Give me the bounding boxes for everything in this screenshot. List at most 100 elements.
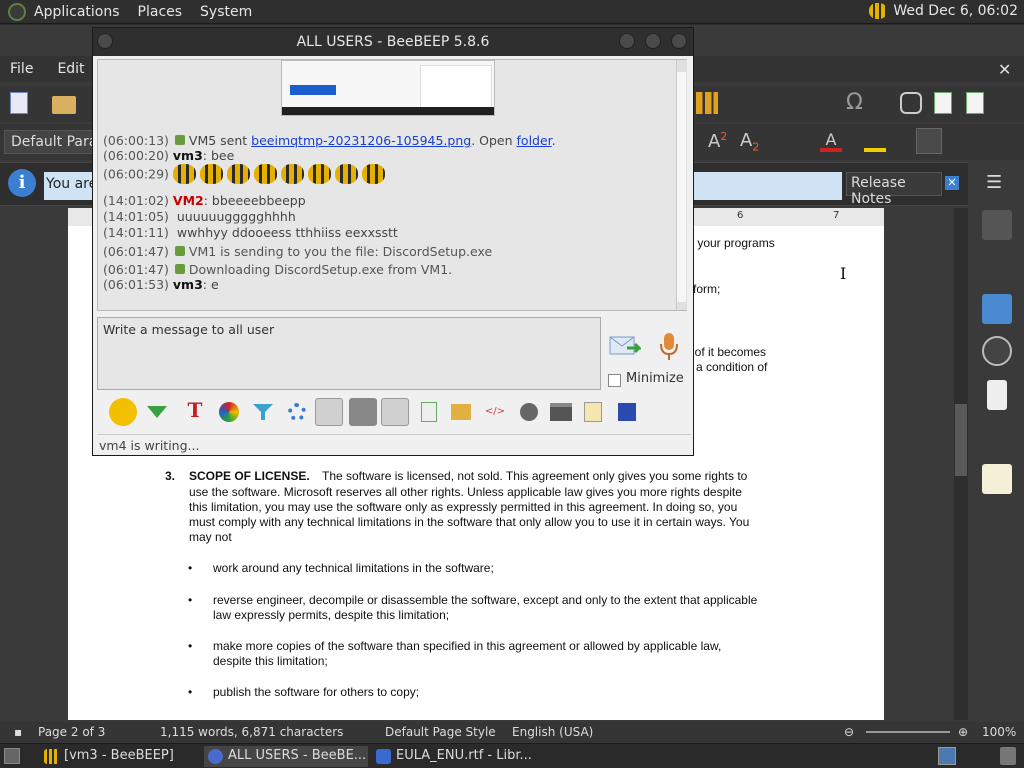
menu-places[interactable]: Places xyxy=(138,4,183,20)
writer-close-icon[interactable]: ✕ xyxy=(998,60,1011,79)
settings-gear-icon[interactable] xyxy=(283,398,311,426)
chat-scrollbar-thumb[interactable] xyxy=(677,72,686,302)
screenshot-icon[interactable] xyxy=(515,398,543,426)
chat-history[interactable]: (06:00:13) VM5 sent beeimqtmp-20231206-1… xyxy=(97,59,687,311)
filter-icon[interactable] xyxy=(249,398,277,426)
task-eula-writer[interactable]: EULA_ENU.rtf - Libr... xyxy=(372,746,538,767)
subscript-icon[interactable]: A2 xyxy=(740,130,759,154)
download-icon[interactable] xyxy=(143,398,171,426)
microphone-icon[interactable] xyxy=(659,332,679,362)
send-file-icon[interactable] xyxy=(415,398,443,426)
clock[interactable]: Wed Dec 6, 06:02 xyxy=(893,3,1018,19)
hyperlink-icon[interactable] xyxy=(900,92,922,114)
window-menu-icon[interactable] xyxy=(97,33,113,49)
color-palette-icon[interactable] xyxy=(215,398,243,426)
page-count[interactable]: Page 2 of 3 xyxy=(38,725,105,739)
maximize-window-icon[interactable] xyxy=(645,33,661,49)
spellcheck-icon[interactable] xyxy=(315,398,343,426)
word-count[interactable]: 1,115 words, 6,871 characters xyxy=(160,725,343,739)
navigator-icon[interactable] xyxy=(982,336,1012,366)
user-nick[interactable]: VM2 xyxy=(173,193,204,208)
trash-icon[interactable] xyxy=(1000,747,1016,765)
menu-file[interactable]: File xyxy=(10,61,33,77)
doc-text-fragment: t of it becomes xyxy=(688,345,767,359)
font-dialog-icon[interactable] xyxy=(349,398,377,426)
task-label: EULA_ENU.rtf - Libr... xyxy=(396,748,532,763)
comment-icon[interactable] xyxy=(966,92,984,114)
window-title: ALL USERS - BeeBEEP 5.8.6 xyxy=(296,34,490,50)
writer-statusbar: ▪ Page 2 of 3 1,115 words, 6,871 charact… xyxy=(0,722,1024,743)
bullet-text: reverse engineer, decompile or disassemb… xyxy=(213,593,758,607)
menu-edit[interactable]: Edit xyxy=(57,61,84,77)
save-chat-icon[interactable] xyxy=(613,398,641,426)
zoom-out-icon[interactable]: ⊖ xyxy=(844,725,854,739)
minimize-window-icon[interactable] xyxy=(619,33,635,49)
align-center-icon[interactable] xyxy=(950,128,976,154)
special-character-icon[interactable]: Ω xyxy=(846,90,863,115)
ruler-tick: 7 xyxy=(833,210,840,221)
zoom-in-icon[interactable]: ⊕ xyxy=(958,725,968,739)
workspace-switcher[interactable] xyxy=(938,747,956,765)
preview-taskbar xyxy=(282,107,494,115)
release-notes-button[interactable]: Release Notes xyxy=(846,172,942,207)
language[interactable]: English (USA) xyxy=(512,725,593,739)
minimize-label[interactable]: Minimize xyxy=(626,371,684,386)
superscript-icon[interactable]: A2 xyxy=(708,130,727,152)
chat-message: (06:01:47) VM1 is sending to you the fil… xyxy=(103,244,493,259)
html-code-icon[interactable]: </> xyxy=(481,398,509,426)
minimize-checkbox[interactable] xyxy=(608,374,621,387)
bee-emoji-icon xyxy=(199,164,223,184)
beebeep-tray-icon[interactable] xyxy=(869,3,888,19)
zoom-level[interactable]: 100% xyxy=(982,725,1016,739)
manage-changes-icon[interactable] xyxy=(982,464,1012,494)
send-folder-icon[interactable] xyxy=(447,398,475,426)
align-left-icon[interactable] xyxy=(916,128,942,154)
taskbar: [vm3 - BeeBEEP] ALL USERS - BeeBE... EUL… xyxy=(0,743,1024,768)
page-icon[interactable] xyxy=(987,380,1007,410)
send-message-icon[interactable] xyxy=(609,334,641,358)
open-folder-icon[interactable] xyxy=(52,96,76,114)
task-vm3-beebeep[interactable]: [vm3 - BeeBEEP] xyxy=(40,746,200,767)
new-document-icon[interactable] xyxy=(10,92,28,114)
scrollbar-thumb[interactable] xyxy=(955,404,967,476)
bullet-dot: • xyxy=(188,685,193,699)
bullet-dot: • xyxy=(188,561,193,575)
highlight-color-icon[interactable] xyxy=(864,130,886,152)
sound-icon[interactable] xyxy=(381,398,409,426)
notes-icon[interactable] xyxy=(579,398,607,426)
font-color-icon[interactable]: A xyxy=(820,130,842,152)
infobar-close-icon[interactable]: ✕ xyxy=(945,176,959,190)
user-nick[interactable]: vm3 xyxy=(173,148,203,163)
window-icon[interactable] xyxy=(547,398,575,426)
footnote-icon[interactable] xyxy=(934,92,952,114)
file-link[interactable]: beeimqtmp-20231206-105945.png xyxy=(251,133,471,148)
doc-text-fragment: form; xyxy=(693,282,721,296)
section-text: must comply with any technical limitatio… xyxy=(189,515,750,529)
task-all-users-beebeep[interactable]: ALL USERS - BeeBE... xyxy=(204,746,368,767)
sidebar-menu-icon[interactable]: ☰ xyxy=(986,172,1002,193)
distro-logo-icon[interactable] xyxy=(8,2,26,21)
properties-icon[interactable] xyxy=(982,210,1012,240)
image-preview[interactable] xyxy=(281,60,495,116)
window-titlebar[interactable]: ALL USERS - BeeBEEP 5.8.6 xyxy=(93,28,693,56)
section-number: 3. xyxy=(165,469,176,483)
user-nick[interactable]: vm3 xyxy=(173,277,203,292)
page-style[interactable]: Default Page Style xyxy=(385,725,496,739)
chat-message: (06:01:47) Downloading DiscordSetup.exe … xyxy=(103,262,453,277)
section-text: may not xyxy=(189,530,232,544)
message-input[interactable]: Write a message to all user xyxy=(97,317,601,390)
menu-system[interactable]: System xyxy=(200,4,252,20)
close-window-icon[interactable] xyxy=(671,33,687,49)
menu-applications[interactable]: Applications xyxy=(34,4,120,20)
gallery-icon[interactable] xyxy=(982,294,1012,324)
emoticon-icon[interactable] xyxy=(109,398,137,426)
zoom-slider[interactable] xyxy=(866,731,950,733)
show-desktop-icon[interactable] xyxy=(4,748,20,764)
paragraph-style-select[interactable]: Default Paragraph Style xyxy=(4,130,94,154)
font-icon[interactable]: T xyxy=(181,398,209,426)
styles-icon[interactable] xyxy=(982,252,1012,282)
style-inspector-icon[interactable] xyxy=(982,422,1012,452)
folder-link[interactable]: folder xyxy=(517,133,552,148)
bee-emoji-icon xyxy=(361,164,385,184)
chart-icon[interactable] xyxy=(696,92,718,114)
